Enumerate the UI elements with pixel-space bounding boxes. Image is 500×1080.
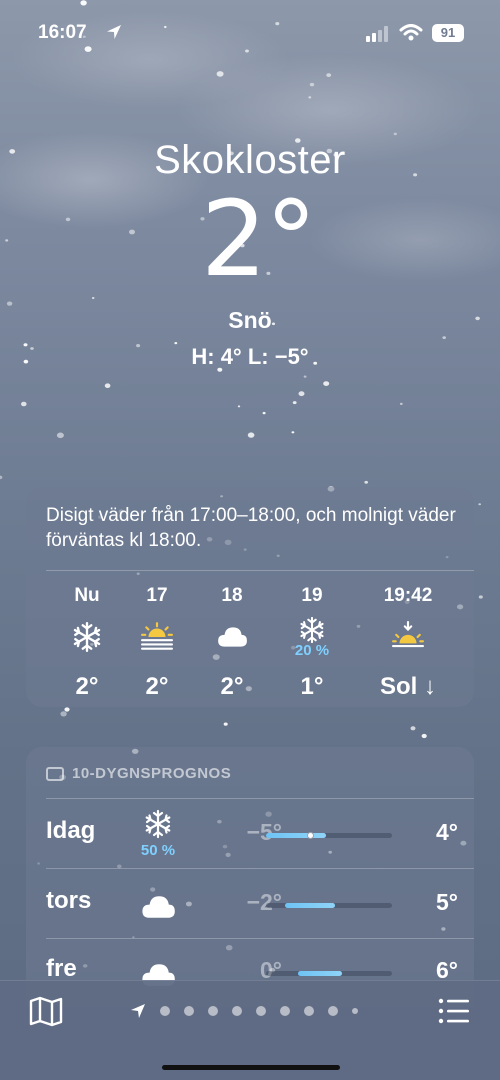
weather-condition: Snö: [228, 307, 272, 333]
snowflake-icon: [145, 809, 171, 839]
day-high-temp: 4°: [436, 819, 458, 845]
hourly-item: 20 1: [458, 585, 474, 701]
hour-temperature: Sol ↓: [379, 673, 436, 700]
page-indicator[interactable]: [130, 1003, 372, 1019]
forecast-day-row[interactable]: tors −2° 5°: [26, 869, 474, 937]
hourly-item: 18 2°: [197, 585, 267, 701]
divider: [46, 570, 474, 571]
hour-icon-wrap: [458, 611, 474, 663]
hourly-forecast-card[interactable]: Disigt väder från 17:00–18:00, och molni…: [26, 487, 474, 707]
hour-label: 19:42: [383, 585, 433, 606]
current-location-icon[interactable]: [130, 1003, 146, 1019]
hour-icon-wrap: [122, 611, 192, 663]
day-name: tors: [46, 887, 92, 914]
hour-temperature: 1°: [300, 673, 324, 700]
ten-day-forecast-card[interactable]: 10-DYGNSPROGNOS Idag 50 % −5° 4° tors −2° 5° fr…: [26, 747, 474, 1007]
day-name: fre: [46, 955, 77, 982]
hour-label: 20: [458, 585, 474, 611]
page-dot[interactable]: [352, 1008, 358, 1014]
home-indicator[interactable]: [162, 1065, 340, 1070]
status-bar: 16:07 91: [0, 18, 500, 48]
sunset-icon: [392, 621, 424, 648]
day-icon-wrap: 50 %: [130, 809, 186, 859]
location-arrow-icon: [107, 25, 121, 39]
hour-icon-wrap: [373, 611, 443, 663]
battery-indicator: 91: [432, 24, 464, 42]
day-high-temp: 5°: [436, 889, 458, 915]
hour-temperature: 2°: [75, 673, 99, 700]
hour-icon-wrap: [52, 611, 122, 663]
wifi-icon: [399, 24, 423, 41]
hourly-item: 19 20 % 1°: [277, 585, 347, 701]
hour-temperature: 1: [458, 673, 474, 701]
day-name: Idag: [46, 817, 96, 844]
page-dot[interactable]: [280, 1006, 290, 1016]
hour-label: 18: [221, 585, 243, 606]
calendar-icon: [46, 766, 64, 781]
cloud-icon: [142, 896, 175, 918]
forecast-header: 10-DYGNSPROGNOS: [46, 765, 231, 782]
forecast-header-label: 10-DYGNSPROGNOS: [72, 765, 232, 782]
precipitation-chance: 50 %: [140, 842, 176, 859]
temperature-range-bar: [266, 903, 392, 908]
city-name: Skokloster: [154, 138, 346, 182]
page-dot[interactable]: [304, 1006, 314, 1016]
page-dot[interactable]: [160, 1006, 170, 1016]
precipitation-chance: 20 %: [294, 641, 330, 659]
temperature-range-bar: [266, 832, 392, 839]
temperature-range-bar: [266, 971, 392, 976]
hour-label: 17: [146, 585, 168, 606]
temperature-range-fill: [297, 971, 342, 976]
page-dot[interactable]: [256, 1006, 266, 1016]
forecast-day-row[interactable]: Idag 50 % −5° 4°: [26, 799, 474, 867]
snowflake-icon: [300, 616, 324, 643]
map-icon[interactable]: [28, 995, 64, 1027]
hour-label: Nu: [74, 585, 100, 606]
status-time: 16:07: [38, 22, 87, 43]
temperature-range-fill: [266, 833, 327, 838]
current-temperature: 2°: [200, 178, 317, 300]
hour-icon-wrap: 20 %: [277, 611, 347, 663]
bottom-toolbar: [0, 980, 500, 1080]
snowflake-icon: [73, 621, 101, 653]
cloud-icon: [218, 627, 247, 647]
page-dot[interactable]: [184, 1006, 194, 1016]
page-dot[interactable]: [208, 1006, 218, 1016]
cellular-signal-icon: [366, 26, 388, 42]
hourly-item: 17 2°: [122, 585, 192, 701]
page-dot[interactable]: [232, 1006, 242, 1016]
current-weather: Skokloster 2° Snö H: 4° L: −5°: [0, 138, 500, 370]
high-low-temperature: H: 4° L: −5°: [191, 344, 309, 369]
hour-label: 19: [301, 585, 323, 606]
hourly-scroll[interactable]: Nu 2° 17 2° 18 2° 19 20 % 1° 19:42 Sol ↓ 20 1: [26, 585, 474, 705]
hour-temperature: 2°: [220, 673, 244, 700]
hour-temperature: 2°: [145, 673, 169, 700]
hourly-item: 19:42 Sol ↓: [373, 585, 443, 701]
list-icon[interactable]: [436, 995, 472, 1027]
page-dot[interactable]: [328, 1006, 338, 1016]
hour-icon-wrap: [197, 611, 267, 663]
sun-haze-icon: [141, 622, 173, 650]
temperature-range-fill: [284, 903, 336, 908]
day-icon-wrap: [130, 889, 186, 930]
weather-summary: Disigt väder från 17:00–18:00, och molni…: [46, 505, 456, 551]
hourly-item: Nu 2°: [52, 585, 122, 701]
